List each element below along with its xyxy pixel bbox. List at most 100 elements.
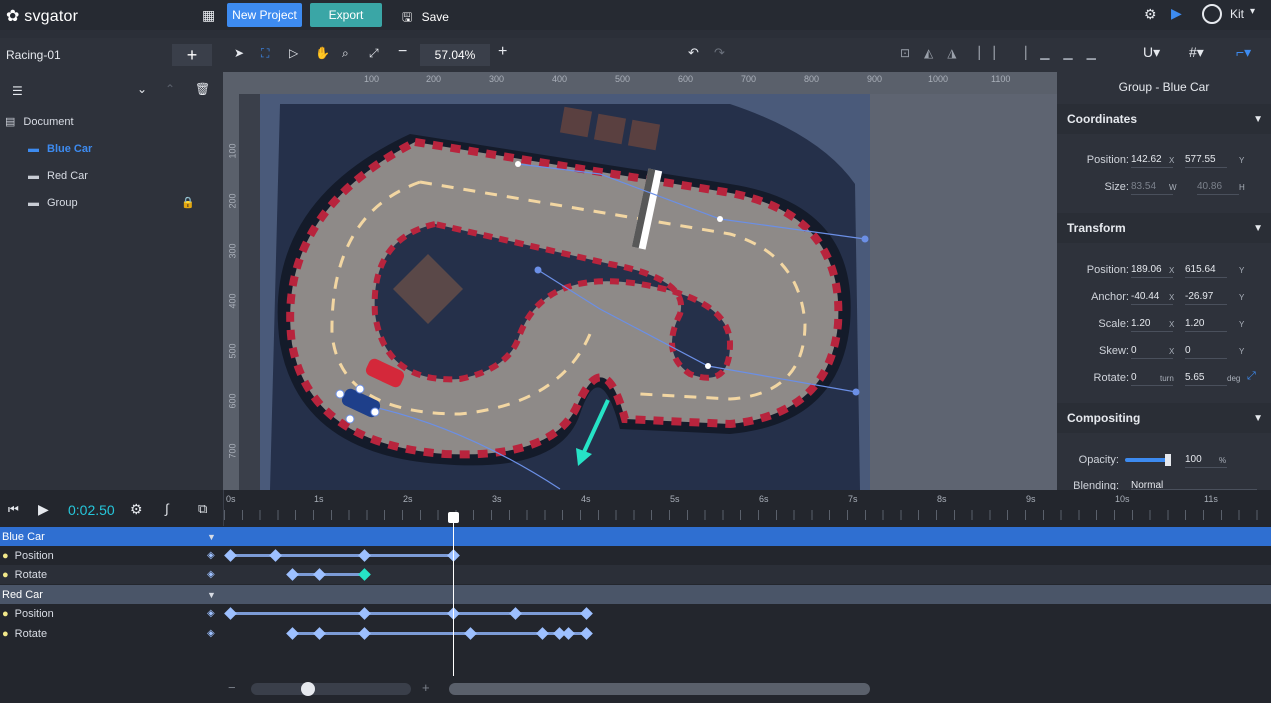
zoom-level-field[interactable]: 57.04% xyxy=(420,44,490,66)
keyframe[interactable] xyxy=(580,627,593,640)
bulb-icon[interactable]: ● xyxy=(2,569,9,581)
skew-y-field[interactable]: 0 xyxy=(1185,345,1227,359)
node-tool-icon[interactable]: ▷ xyxy=(289,46,298,60)
keyframe[interactable] xyxy=(357,568,371,581)
keyframe[interactable] xyxy=(313,568,326,581)
coord-x-field[interactable]: 142.62 xyxy=(1131,154,1173,168)
select-tool-icon[interactable]: ➤ xyxy=(234,46,244,60)
grid-menu-icon[interactable]: ▦ xyxy=(202,7,215,24)
timeline-scrollbar[interactable] xyxy=(449,683,870,695)
fit-screen-icon[interactable]: ⤢ xyxy=(369,46,379,61)
current-time[interactable]: 0:02.50 xyxy=(68,502,115,518)
keyframe[interactable] xyxy=(535,627,549,640)
align-tools[interactable]: ⊡◭◮▕▏▕▁▁▁ xyxy=(900,46,1110,60)
delete-icon[interactable]: 🗑 xyxy=(195,82,210,96)
rotate-deg-field[interactable]: 5.65 xyxy=(1185,372,1227,386)
new-project-button[interactable]: New Project xyxy=(227,3,302,27)
zoom-in-button[interactable]: + xyxy=(498,43,507,61)
settings-icon[interactable]: ⚙ xyxy=(1144,6,1157,23)
opacity-slider[interactable] xyxy=(1125,454,1171,466)
scale-y-field[interactable]: 1.20 xyxy=(1185,318,1227,332)
timeline-zoom-slider[interactable] xyxy=(251,682,411,696)
size-h-field[interactable]: 40.86 xyxy=(1197,181,1239,195)
play-icon[interactable]: ▶ xyxy=(38,501,49,518)
layers-menu-icon[interactable]: ☰ xyxy=(12,84,23,98)
keyframe[interactable] xyxy=(286,568,300,581)
redo-icon[interactable]: ↷ xyxy=(714,45,725,61)
zoom-out-icon[interactable]: − xyxy=(228,680,236,695)
rewind-icon[interactable]: ⏮ xyxy=(8,502,19,517)
bulb-icon[interactable]: ● xyxy=(2,628,9,640)
collapse-icon[interactable]: ⌄ xyxy=(137,82,147,96)
move-up-icon[interactable]: ⌃ xyxy=(165,82,175,96)
transform-tool-icon[interactable]: ⛶ xyxy=(261,46,269,61)
zoom-in-icon[interactable]: + xyxy=(422,680,430,695)
anchor-y-field[interactable]: -26.97 xyxy=(1185,291,1227,305)
timeline-settings-icon[interactable]: ⚙ xyxy=(130,501,143,518)
ruler-label: 900 xyxy=(867,74,883,84)
coord-y-field[interactable]: 577.55 xyxy=(1185,154,1227,168)
transform-section[interactable]: Transform ▼ xyxy=(1057,213,1271,243)
add-keyframe-icon[interactable]: ◈ xyxy=(207,608,215,619)
user-name[interactable]: Kit xyxy=(1230,7,1244,21)
tree-item-group[interactable]: ▬ Group 🔒 xyxy=(0,189,223,216)
timeline-zoom-handle[interactable] xyxy=(301,682,315,696)
avatar[interactable] xyxy=(1202,4,1222,24)
zoom-out-button[interactable]: − xyxy=(398,43,407,61)
keyframe[interactable] xyxy=(313,627,326,640)
keyframe[interactable] xyxy=(357,627,371,640)
anchor-x-field[interactable]: -40.44 xyxy=(1131,291,1173,305)
opacity-slider-handle[interactable] xyxy=(1165,454,1171,466)
transform-y-field[interactable]: 615.64 xyxy=(1185,264,1227,278)
keyframe[interactable] xyxy=(357,607,371,620)
compositing-section[interactable]: Compositing ▼ xyxy=(1057,403,1271,433)
ruler-icon[interactable]: ⌐▾ xyxy=(1236,44,1251,61)
preview-play-icon[interactable]: ▶ xyxy=(1171,5,1182,22)
lock-icon[interactable]: 🔒 xyxy=(181,196,195,209)
add-keyframe-icon[interactable]: ◈ xyxy=(207,569,215,580)
app-logo[interactable]: ✿ svgator xyxy=(6,6,78,26)
size-w-field[interactable]: 83.54 xyxy=(1131,181,1173,195)
rotate-pick-icon[interactable]: ⤢ xyxy=(1247,370,1256,383)
chevron-down-icon[interactable]: ▼ xyxy=(207,590,216,600)
ruler-label: 700 xyxy=(741,74,757,84)
undo-icon[interactable]: ↶ xyxy=(688,45,699,61)
chevron-down-icon[interactable]: ▾ xyxy=(1250,6,1255,17)
skew-x-field[interactable]: 0 xyxy=(1131,345,1173,359)
project-name[interactable]: Racing-01 xyxy=(6,48,61,62)
save-button[interactable]: 🖫 Save xyxy=(402,8,449,29)
grid-icon[interactable]: #▾ xyxy=(1189,44,1204,61)
magnet-icon[interactable]: U▾ xyxy=(1143,44,1160,61)
bulb-icon[interactable]: ● xyxy=(2,550,9,562)
keyframe[interactable] xyxy=(562,627,576,640)
scale-x-field[interactable]: 1.20 xyxy=(1131,318,1173,332)
loop-icon[interactable]: ⧉ xyxy=(198,501,207,517)
keyframe[interactable] xyxy=(357,549,371,562)
add-layer-button[interactable]: + xyxy=(172,44,212,66)
chevron-down-icon[interactable]: ▼ xyxy=(207,532,216,542)
canvas-area[interactable]: 100 200 300 400 500 600 700 800 900 1000… xyxy=(223,72,1057,490)
add-keyframe-icon[interactable]: ◈ xyxy=(207,628,215,639)
playhead-handle[interactable] xyxy=(447,512,459,523)
chevron-down-icon: ▼ xyxy=(1253,412,1263,424)
export-button[interactable]: Export xyxy=(310,3,382,27)
keyframe[interactable] xyxy=(464,627,478,640)
transform-x-field[interactable]: 189.06 xyxy=(1131,264,1173,278)
vertical-ruler: 100 200 300 400 500 600 700 xyxy=(223,94,239,490)
add-keyframe-icon[interactable]: ◈ xyxy=(207,550,215,561)
keyframe[interactable] xyxy=(268,549,282,562)
playhead[interactable] xyxy=(447,512,459,676)
zoom-tool-icon[interactable]: ⌕ xyxy=(342,46,349,61)
artboard[interactable] xyxy=(260,94,870,490)
tree-item-blue-car[interactable]: ▬ Blue Car xyxy=(0,135,223,162)
easing-icon[interactable]: ∫ xyxy=(165,501,169,516)
coordinates-section[interactable]: Coordinates ▼ xyxy=(1057,104,1271,134)
blending-select[interactable]: Normal xyxy=(1131,480,1257,490)
keyframe[interactable] xyxy=(508,607,522,620)
bulb-icon[interactable]: ● xyxy=(2,608,9,620)
hand-tool-icon[interactable]: ✋ xyxy=(315,46,330,60)
keyframe[interactable] xyxy=(286,627,300,640)
keyframe[interactable] xyxy=(580,607,593,620)
tree-item-red-car[interactable]: ▬ Red Car xyxy=(0,162,223,189)
tree-item-document[interactable]: ▤ Document xyxy=(0,108,223,135)
